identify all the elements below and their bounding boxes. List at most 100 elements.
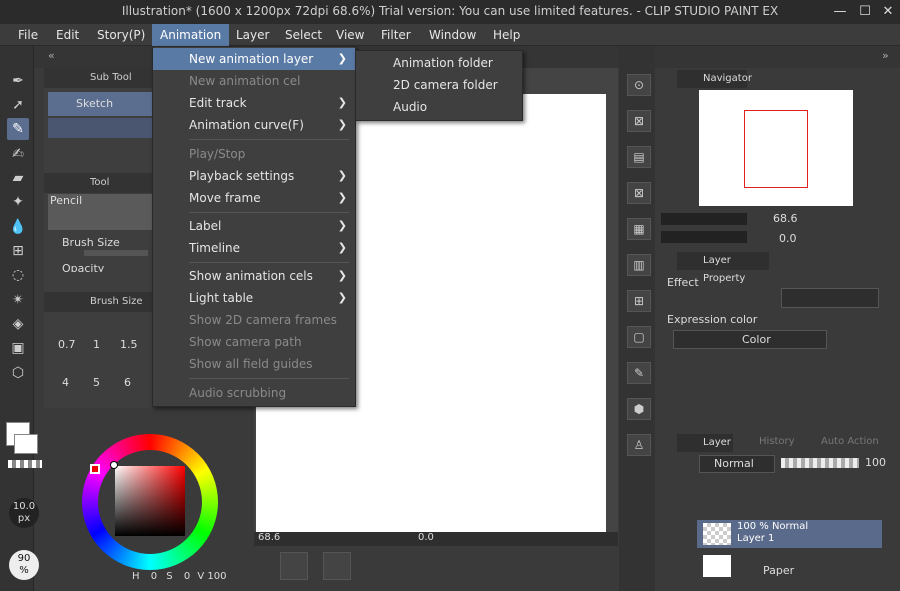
edit-icon[interactable]: ✎ [627,362,651,384]
gradient-tool-icon[interactable]: ▣ [7,337,29,359]
effect-buttons[interactable] [781,288,879,308]
menu-help[interactable]: Help [485,24,528,46]
expression-color-select[interactable]: Color [673,330,827,349]
hue-handle[interactable] [90,464,100,474]
cube-icon[interactable]: ⬢ [627,398,651,420]
animation-curve-item[interactable]: Animation curve(F) ❯ [153,114,355,136]
layer-panel: Layer History Auto Action Normal 100 100… [657,434,900,591]
blend-tool-icon[interactable]: 💧 [7,216,29,238]
edit-track-item[interactable]: Edit track ❯ [153,92,355,114]
size-preset-6[interactable]: 6 [124,376,131,389]
saturation-value-square[interactable] [115,466,185,536]
brush-size-label: Brush Size [62,236,120,249]
history-tab[interactable]: History [737,436,795,447]
eraser-tool-icon[interactable]: ▰ [7,167,29,189]
magic-wand-icon[interactable]: ✴ [7,289,29,311]
menu-file[interactable]: File [10,24,46,46]
navigator-rotation-value[interactable]: 0.0 [779,232,797,245]
playback-settings-item[interactable]: Playback settings ❯ [153,165,355,187]
auto-action-tab[interactable]: Auto Action [797,436,879,447]
brush-size-indicator[interactable]: 10.0 px [9,498,39,528]
decoration-tool-icon[interactable]: ✦ [7,191,29,213]
menu-edit[interactable]: Edit [48,24,87,46]
close-file-icon[interactable]: ⊠ [627,110,651,132]
pencil-tool-icon[interactable]: ✎ [7,118,29,140]
delete-icon[interactable]: ⊠ [627,182,651,204]
menu-view[interactable]: View [328,24,372,46]
audio-item[interactable]: Audio [356,96,522,118]
sub-tool-sketch[interactable]: Sketch [48,92,152,116]
menu-animation[interactable]: Animation [152,24,230,46]
canvas-angle-value[interactable]: 0.0 [418,532,434,543]
transform-icon[interactable]: ⊞ [627,290,651,312]
sub-color-swatch[interactable] [14,434,38,454]
brush-size-slider[interactable] [84,250,148,256]
new-animation-layer-item[interactable]: New animation layer ❯ [153,48,355,70]
size-preset-2[interactable]: 1 [93,338,100,351]
show-camera-path-item: Show camera path [153,331,355,353]
nav-cmd-icon[interactable]: ⊙ [627,74,651,96]
transparent-color-swatch[interactable] [8,460,42,468]
canvas-status-bar: 68.6 0.0 [254,532,618,546]
move-frame-item[interactable]: Move frame ❯ [153,187,355,209]
size-preset-4[interactable]: 4 [62,376,69,389]
navigator-viewport-frame[interactable] [744,110,808,188]
sub-tool-sketch-label: Sketch [76,97,114,110]
menu-separator [189,262,349,263]
save-icon[interactable]: ▤ [627,146,651,168]
person-icon[interactable]: ♙ [627,434,651,456]
animation-folder-item[interactable]: Animation folder [356,52,522,74]
size-preset-3[interactable]: 1.5 [120,338,138,351]
layer-row[interactable]: 100 % Normal Layer 1 [697,520,882,548]
layer-property-tab[interactable]: Layer Property [677,252,769,284]
brush-size-panel-title: Brush Size [90,296,143,307]
sv-handle[interactable] [110,461,118,469]
layer-tab[interactable]: Layer [677,434,733,452]
canvas-zoom-value[interactable]: 68.6 [258,532,280,543]
show-animation-cels-item[interactable]: Show animation cels ❯ [153,265,355,287]
ruler-tool-icon[interactable]: ⊞ [7,240,29,262]
expand-right2-icon[interactable]: » [882,49,889,62]
brush-tool-icon[interactable]: ✍ [7,143,29,165]
zoom-slider[interactable] [661,213,747,225]
2d-camera-folder-item[interactable]: 2D camera folder [356,74,522,96]
collapse-left2-icon[interactable]: « [48,49,55,62]
blend-mode-select[interactable]: Normal [699,455,775,473]
timeline-toggle-icon[interactable] [280,552,308,580]
timeline-item[interactable]: Timeline ❯ [153,237,355,259]
layer-icon[interactable]: ▢ [627,326,651,348]
layer-row[interactable]: Paper [697,552,882,580]
sub-tool-panel: Sub Tool Sketch Tool Property Pencil Bru… [44,68,152,408]
close-button[interactable]: ✕ [878,2,898,22]
fill-tool-icon[interactable]: ◈ [7,313,29,335]
menu-story[interactable]: Story(P) [89,24,153,46]
canvas-icon[interactable]: ▥ [627,254,651,276]
menu-filter[interactable]: Filter [373,24,419,46]
minimize-button[interactable]: — [830,2,850,22]
menu-select[interactable]: Select [277,24,330,46]
size-preset-1[interactable]: 0.7 [58,338,76,351]
navigator-zoom-value[interactable]: 68.6 [773,212,798,225]
layer-opacity-value[interactable]: 100 [865,456,886,469]
opacity-unit: % [19,565,29,576]
menu-window[interactable]: Window [421,24,484,46]
navigator-tab[interactable]: Navigator [677,70,752,88]
target-toggle-icon[interactable] [323,552,351,580]
menu-item-label: Light table [189,291,254,305]
pen-tool-icon[interactable]: ✒ [7,70,29,92]
size-preset-5[interactable]: 5 [93,376,100,389]
h-label: H [132,571,140,582]
3d-object-icon[interactable]: ⬡ [7,362,29,384]
light-table-item[interactable]: Light table ❯ [153,287,355,309]
maximize-button[interactable]: ☐ [855,2,875,22]
select-tool-icon[interactable]: ➚ [7,94,29,116]
grid-icon[interactable]: ▦ [627,218,651,240]
submenu-arrow-icon: ❯ [337,118,347,131]
brush-size-unit: px [17,513,31,524]
layer-opacity-slider[interactable] [781,458,859,468]
rotation-slider[interactable] [661,231,747,243]
lasso-tool-icon[interactable]: ◌ [7,264,29,286]
label-item[interactable]: Label ❯ [153,215,355,237]
menu-layer[interactable]: Layer [228,24,277,46]
opacity-indicator[interactable]: 90 % [9,550,39,580]
